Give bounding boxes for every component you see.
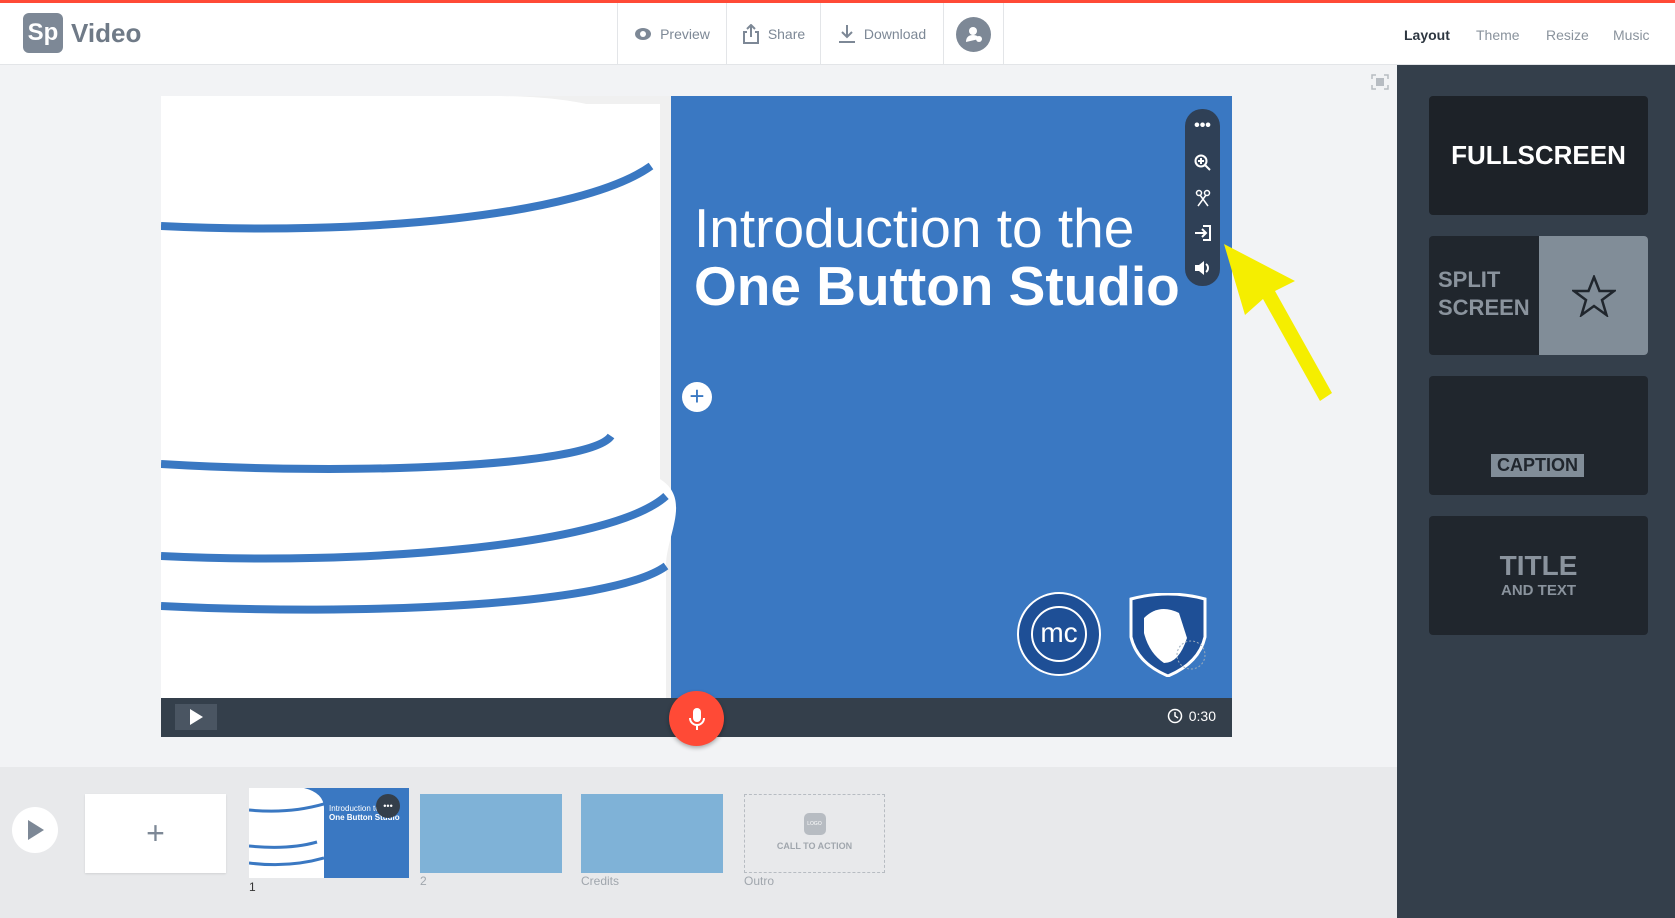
tab-layout[interactable]: Layout xyxy=(1404,27,1450,43)
timeline: + Introduction to the One Button Studio •… xyxy=(0,767,1397,918)
eye-icon xyxy=(635,28,652,40)
clock-icon xyxy=(1167,708,1182,724)
layout-fullscreen-label: FULLSCREEN xyxy=(1451,140,1626,170)
volume-icon[interactable] xyxy=(1194,259,1212,277)
slide-label-2: 2 xyxy=(420,874,427,888)
layout-caption[interactable]: CAPTION xyxy=(1429,376,1648,495)
slide-options-button[interactable]: ••• xyxy=(376,794,400,818)
share-icon xyxy=(742,24,759,44)
logo-placeholder-icon: LOGO xyxy=(803,813,826,835)
duration: 0:30 xyxy=(1188,708,1216,724)
share-label: Share xyxy=(767,26,806,42)
import-icon[interactable] xyxy=(1194,224,1212,242)
slide-thumb-2[interactable] xyxy=(420,794,562,873)
layout-title-label: TITLE xyxy=(1499,550,1578,581)
slide-title-line2[interactable]: One Button Studio xyxy=(694,254,1180,318)
layout-split-label-1: SPLIT xyxy=(1438,267,1501,292)
annotation-arrow xyxy=(1224,244,1332,401)
record-voice-button[interactable] xyxy=(669,691,724,746)
scissors-icon[interactable] xyxy=(1194,189,1212,207)
play-all-button[interactable] xyxy=(12,807,58,853)
download-label: Download xyxy=(863,26,927,42)
slide-thumb-1[interactable]: Introduction to the One Button Studio ••• xyxy=(249,788,409,878)
slide-title-line1[interactable]: Introduction to the xyxy=(694,196,1134,260)
tab-resize[interactable]: Resize xyxy=(1546,27,1589,43)
tab-music[interactable]: Music xyxy=(1613,27,1650,43)
slide-label-credits: Credits xyxy=(581,874,620,888)
play-icon xyxy=(28,820,44,840)
share-button[interactable]: Share xyxy=(726,3,820,65)
tab-theme[interactable]: Theme xyxy=(1476,27,1520,43)
add-user-icon xyxy=(956,16,991,52)
media-commons-logo: mc xyxy=(1017,592,1101,676)
layout-panel: FULLSCREEN SPLIT SCREEN CAPTION TITLE AND… xyxy=(1397,65,1675,918)
layout-and-text-label: AND TEXT xyxy=(1501,582,1576,599)
app-logo: Sp xyxy=(23,13,63,53)
star-icon xyxy=(1571,274,1616,317)
slide-thumb-credits[interactable] xyxy=(581,794,723,873)
call-to-action-text: CALL TO ACTION xyxy=(776,841,853,851)
app-name: Video xyxy=(71,18,142,48)
play-icon xyxy=(190,709,203,725)
add-element-button[interactable]: + xyxy=(682,382,712,412)
download-icon xyxy=(838,25,855,43)
more-options-icon[interactable]: ••• xyxy=(1185,117,1220,135)
play-button[interactable] xyxy=(175,704,217,730)
slide-thumb-outro[interactable]: LOGO CALL TO ACTION xyxy=(744,794,885,873)
fullscreen-toggle-icon[interactable] xyxy=(1371,74,1389,90)
microphone-icon xyxy=(688,707,705,730)
penn-state-shield-logo xyxy=(1129,593,1207,677)
zoom-in-icon[interactable] xyxy=(1194,154,1212,172)
header: Sp Video Preview Share Download Layout T… xyxy=(0,3,1675,65)
thumb-image xyxy=(249,788,324,878)
layout-fullscreen[interactable]: FULLSCREEN xyxy=(1429,96,1648,215)
slide-label-outro: Outro xyxy=(744,874,775,888)
add-slide-button[interactable]: + xyxy=(85,794,226,873)
layout-title-and-text[interactable]: TITLE AND TEXT xyxy=(1429,516,1648,635)
slide-canvas[interactable]: Introduction to the One Button Studio + … xyxy=(161,96,1232,698)
layout-caption-label: CAPTION xyxy=(1491,454,1584,477)
layout-split-label-2: SCREEN xyxy=(1438,295,1530,320)
preview-label: Preview xyxy=(660,26,710,42)
slide-label-1: 1 xyxy=(249,880,256,894)
preview-button[interactable]: Preview xyxy=(617,3,726,65)
download-button[interactable]: Download xyxy=(820,3,943,65)
layout-split-screen[interactable]: SPLIT SCREEN xyxy=(1429,236,1648,355)
logo-mc-text: mc xyxy=(1031,606,1087,662)
invite-collaborator-button[interactable] xyxy=(943,3,1004,65)
